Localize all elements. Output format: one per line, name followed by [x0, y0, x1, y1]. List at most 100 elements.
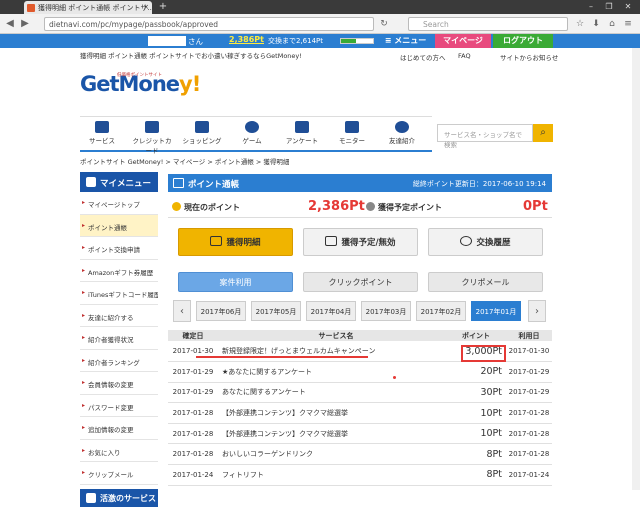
confirm-date-cell: 2017-01-29	[168, 361, 218, 383]
sidebar-item-itunes[interactable]: iTunesギフトコード履歴	[80, 282, 158, 305]
month-2017-03[interactable]: 2017年03月	[361, 301, 411, 321]
passbook-icon	[173, 178, 184, 188]
new-tab-button[interactable]: +	[156, 1, 170, 13]
scrollbar[interactable]	[632, 48, 640, 490]
logout-label: ログアウト	[503, 36, 543, 45]
sidebar-item-member-info[interactable]: 会員情報の変更	[80, 372, 158, 395]
month-2017-02[interactable]: 2017年02月	[416, 301, 466, 321]
browser-search-input[interactable]: Search	[408, 17, 568, 31]
sidebar-item-referral-status[interactable]: 紹介者獲得状況	[80, 327, 158, 350]
passbook-header: ポイント通帳 総終ポイント更新日：2017-06-10 19:14	[168, 174, 552, 192]
service-name-cell[interactable]: あなたに関するアンケート	[218, 382, 450, 404]
use-date-cell: 2017-01-28	[506, 402, 552, 424]
tab-exchange-history[interactable]: 交換履歴	[428, 228, 543, 256]
cat-credit-card[interactable]: クレジットカード	[130, 117, 174, 155]
minimize-icon[interactable]: –	[584, 1, 598, 13]
favicon-icon	[27, 4, 35, 12]
logout-button[interactable]: ログアウト	[493, 34, 553, 48]
next-month-button[interactable]: ›	[528, 300, 546, 322]
next-exchange-label: 交換まで2,614Pt	[268, 37, 324, 45]
breadcrumb[interactable]: ポイントサイト GetMoney! > マイページ > ポイント通帳 > 獲得明…	[80, 156, 289, 166]
masked-username	[148, 36, 186, 46]
service-name-cell[interactable]: 【外部連携コンテンツ】クマクマ総選挙	[218, 402, 450, 424]
link-faq[interactable]: FAQ	[458, 52, 471, 60]
sidebar-item-favorites[interactable]: お気に入り	[80, 440, 158, 462]
tab-label: 交換履歴	[476, 238, 511, 248]
cat-label: サービス	[89, 137, 115, 145]
subtab-clipmail[interactable]: クリポメール	[428, 272, 543, 292]
home-icon[interactable]: ⌂	[606, 18, 618, 30]
prev-month-button[interactable]: ‹	[173, 300, 191, 322]
month-2017-05[interactable]: 2017年05月	[251, 301, 301, 321]
service-name-cell[interactable]: 【外部連携コンテンツ】クマクマ総選挙	[218, 423, 450, 445]
progress-fill	[341, 39, 357, 43]
browser-tab[interactable]: 獲得明細 ポイント通帳 ポイントサ... ×	[24, 1, 152, 14]
link-beginners[interactable]: はじめての方へ	[400, 52, 446, 62]
points-cell: 8Pt	[450, 443, 506, 466]
forward-icon[interactable]: ▶	[18, 17, 32, 31]
sidebar-item-clipmail[interactable]: クリップメール	[80, 462, 158, 485]
sidebar-item-amazon[interactable]: Amazonギフト券履歴	[80, 260, 158, 282]
menu-button[interactable]: ≡ メニュー	[378, 34, 433, 48]
col-use-date: 利用日	[506, 330, 552, 341]
earned-icon	[210, 236, 223, 246]
table-row: 2017-01-29 あなたに関するアンケート 30Pt 2017-01-29	[168, 382, 552, 404]
mypage-button[interactable]: マイページ	[435, 34, 491, 48]
mypage-label: マイページ	[443, 36, 483, 45]
month-2017-04[interactable]: 2017年04月	[306, 301, 356, 321]
sidebar-item-extra-info[interactable]: 追加情報の変更	[80, 417, 158, 440]
reload-icon[interactable]: ↻	[378, 18, 390, 30]
service-name-cell[interactable]: おいしいコラーゲンドリンク	[218, 443, 450, 466]
window-close-icon[interactable]: ✕	[621, 1, 635, 13]
month-selector: ‹ 2017年06月 2017年05月 2017年04月 2017年03月 20…	[170, 300, 552, 324]
close-tab-icon[interactable]: ×	[143, 3, 149, 11]
cat-friend[interactable]: 友達紹介	[380, 117, 424, 151]
service-icon	[95, 121, 109, 133]
maximize-icon[interactable]: ❐	[602, 1, 616, 13]
sidebar-item-invite[interactable]: 友達に紹介する	[80, 305, 158, 327]
subtab-click[interactable]: クリックポイント	[303, 272, 418, 292]
confirm-date-cell: 2017-01-28	[168, 443, 218, 466]
service-name-cell[interactable]: フィトリフト	[218, 464, 450, 486]
cart-icon	[195, 121, 209, 133]
col-points: ポイント	[450, 330, 506, 341]
sidebar-item-top[interactable]: マイページトップ	[80, 192, 158, 215]
logo-accent: y!	[179, 72, 201, 96]
service-name-cell[interactable]: ★あなたに関するアンケート	[218, 361, 450, 383]
url-field[interactable]: dietnavi.com/pc/mypage/passbook/approved	[44, 17, 374, 31]
menu-icon[interactable]: ≡	[622, 18, 634, 30]
link-news[interactable]: サイトからお知らせ	[500, 52, 558, 62]
tab-title: 獲得明細 ポイント通帳 ポイントサ...	[38, 4, 152, 12]
tab-label: 獲得明細	[226, 238, 261, 248]
month-2017-06[interactable]: 2017年06月	[196, 301, 246, 321]
points-cell: 30Pt	[450, 382, 506, 404]
user-bar: さん 2,386Pt 交換まで2,614Pt ≡ メニュー マイページ ログアウ…	[0, 34, 640, 48]
bookmark-star-icon[interactable]: ☆	[574, 18, 586, 30]
points-cell: 10Pt	[450, 402, 506, 424]
exchange-progress-bar	[340, 38, 374, 44]
sidebar-item-passbook[interactable]: ポイント通帳	[80, 214, 158, 237]
month-2017-01[interactable]: 2017年01月	[471, 301, 521, 321]
downloads-icon[interactable]: ⬇	[590, 18, 602, 30]
cat-game[interactable]: ゲーム	[230, 117, 274, 151]
use-date-cell: 2017-01-28	[506, 423, 552, 445]
use-date-cell: 2017-01-29	[506, 361, 552, 383]
cat-monitor[interactable]: モニター	[330, 117, 374, 151]
sidebar-item-referral-ranking[interactable]: 紹介者ランキング	[80, 350, 158, 372]
subtab-case[interactable]: 案件利用	[178, 272, 293, 292]
cat-service[interactable]: サービス	[80, 117, 124, 151]
tab-pending[interactable]: 獲得予定/無効	[303, 228, 418, 256]
site-search-input[interactable]: サービス名・ショップ名で検索	[437, 124, 533, 149]
cat-shopping[interactable]: ショッピング	[180, 117, 224, 151]
sidebar-item-password[interactable]: パスワード変更	[80, 395, 158, 417]
back-icon[interactable]: ◀	[3, 17, 17, 31]
monitor-icon	[345, 121, 359, 133]
table-row: 2017-01-28 おいしいコラーゲンドリンク 8Pt 2017-01-28	[168, 443, 552, 466]
exchange-icon	[460, 236, 473, 246]
cat-survey[interactable]: アンケート	[280, 117, 324, 151]
user-points-link[interactable]: 2,386Pt	[229, 35, 264, 44]
service-name-cell[interactable]: 新規登録限定！げっとまウェルカムキャンペーン	[218, 341, 450, 363]
sidebar-item-exchange[interactable]: ポイント交換申請	[80, 237, 158, 260]
search-icon[interactable]: ⌕	[533, 124, 553, 142]
tab-earned[interactable]: 獲得明細	[178, 228, 293, 256]
